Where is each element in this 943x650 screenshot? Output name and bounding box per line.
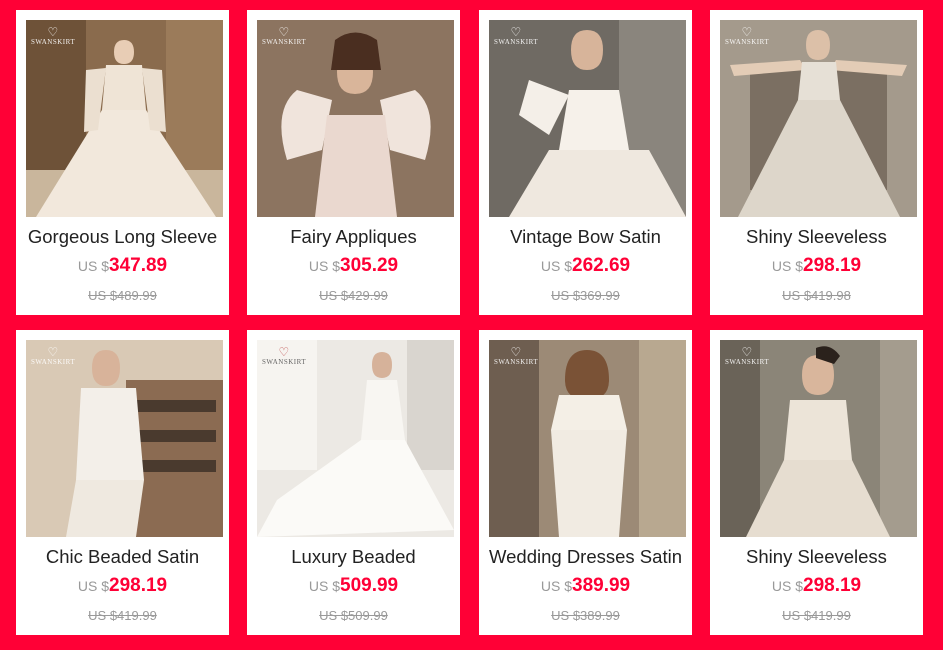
brand-logo: ♡ SWANSKIRT (494, 345, 539, 366)
product-price: US $389.99 (540, 575, 631, 596)
product-price: US $305.29 (308, 255, 399, 276)
product-title[interactable]: Chic Beaded Satin (16, 546, 229, 568)
brand-logo: ♡ SWANSKIRT (725, 25, 770, 46)
product-title[interactable]: Vintage Bow Satin (479, 226, 692, 248)
product-card[interactable]: ♡ SWANSKIRT Shiny Sleeveless US $298.19 U… (710, 10, 923, 315)
product-card[interactable]: ♡ SWANSKIRT Luxury Beaded US $509.99 US $… (247, 330, 460, 635)
product-image[interactable]: ♡ SWANSKIRT (489, 20, 686, 217)
original-price: US $419.99 (88, 608, 157, 623)
product-price: US $347.89 (77, 255, 168, 276)
product-price: US $298.19 (771, 255, 862, 276)
product-card[interactable]: ♡ SWANSKIRT Chic Beaded Satin US $298.19 … (16, 330, 229, 635)
product-title[interactable]: Wedding Dresses Satin (479, 546, 692, 568)
product-title[interactable]: Shiny Sleeveless (710, 546, 923, 568)
brand-logo: ♡ SWANSKIRT (725, 345, 770, 366)
original-price: US $419.99 (782, 608, 851, 623)
brand-logo: ♡ SWANSKIRT (262, 25, 307, 46)
product-card[interactable]: ♡ SWANSKIRT Fairy Appliques US $305.29 US… (247, 10, 460, 315)
original-price: US $429.99 (319, 288, 388, 303)
original-price: US $369.99 (551, 288, 620, 303)
product-price: US $298.19 (771, 575, 862, 596)
product-image[interactable]: ♡ SWANSKIRT (26, 340, 223, 537)
brand-logo: ♡ SWANSKIRT (494, 25, 539, 46)
product-card[interactable]: ♡ SWANSKIRT Wedding Dresses Satin US $389… (479, 330, 692, 635)
original-price: US $419.98 (782, 288, 851, 303)
product-image[interactable]: ♡ SWANSKIRT (720, 340, 917, 537)
original-price: US $489.99 (88, 288, 157, 303)
original-price: US $389.99 (551, 608, 620, 623)
product-image[interactable]: ♡ SWANSKIRT (489, 340, 686, 537)
product-grid: ♡ SWANSKIRT Gorgeous Long Sleeve US $347.… (0, 0, 943, 650)
product-image[interactable]: ♡ SWANSKIRT (720, 20, 917, 217)
product-card[interactable]: ♡ SWANSKIRT Gorgeous Long Sleeve US $347.… (16, 10, 229, 315)
brand-logo: ♡ SWANSKIRT (262, 345, 307, 366)
product-title[interactable]: Luxury Beaded (247, 546, 460, 568)
brand-logo: ♡ SWANSKIRT (31, 25, 76, 46)
brand-logo: ♡ SWANSKIRT (31, 345, 76, 366)
product-title[interactable]: Shiny Sleeveless (710, 226, 923, 248)
product-card[interactable]: ♡ SWANSKIRT Vintage Bow Satin US $262.69 … (479, 10, 692, 315)
product-title[interactable]: Fairy Appliques (247, 226, 460, 248)
product-image[interactable]: ♡ SWANSKIRT (257, 20, 454, 217)
product-price: US $298.19 (77, 575, 168, 596)
original-price: US $509.99 (319, 608, 388, 623)
product-card[interactable]: ♡ SWANSKIRT Shiny Sleeveless US $298.19 U… (710, 330, 923, 635)
product-price: US $509.99 (308, 575, 399, 596)
product-price: US $262.69 (540, 255, 631, 276)
product-image[interactable]: ♡ SWANSKIRT (26, 20, 223, 217)
product-title[interactable]: Gorgeous Long Sleeve (16, 226, 229, 248)
product-image[interactable]: ♡ SWANSKIRT (257, 340, 454, 537)
